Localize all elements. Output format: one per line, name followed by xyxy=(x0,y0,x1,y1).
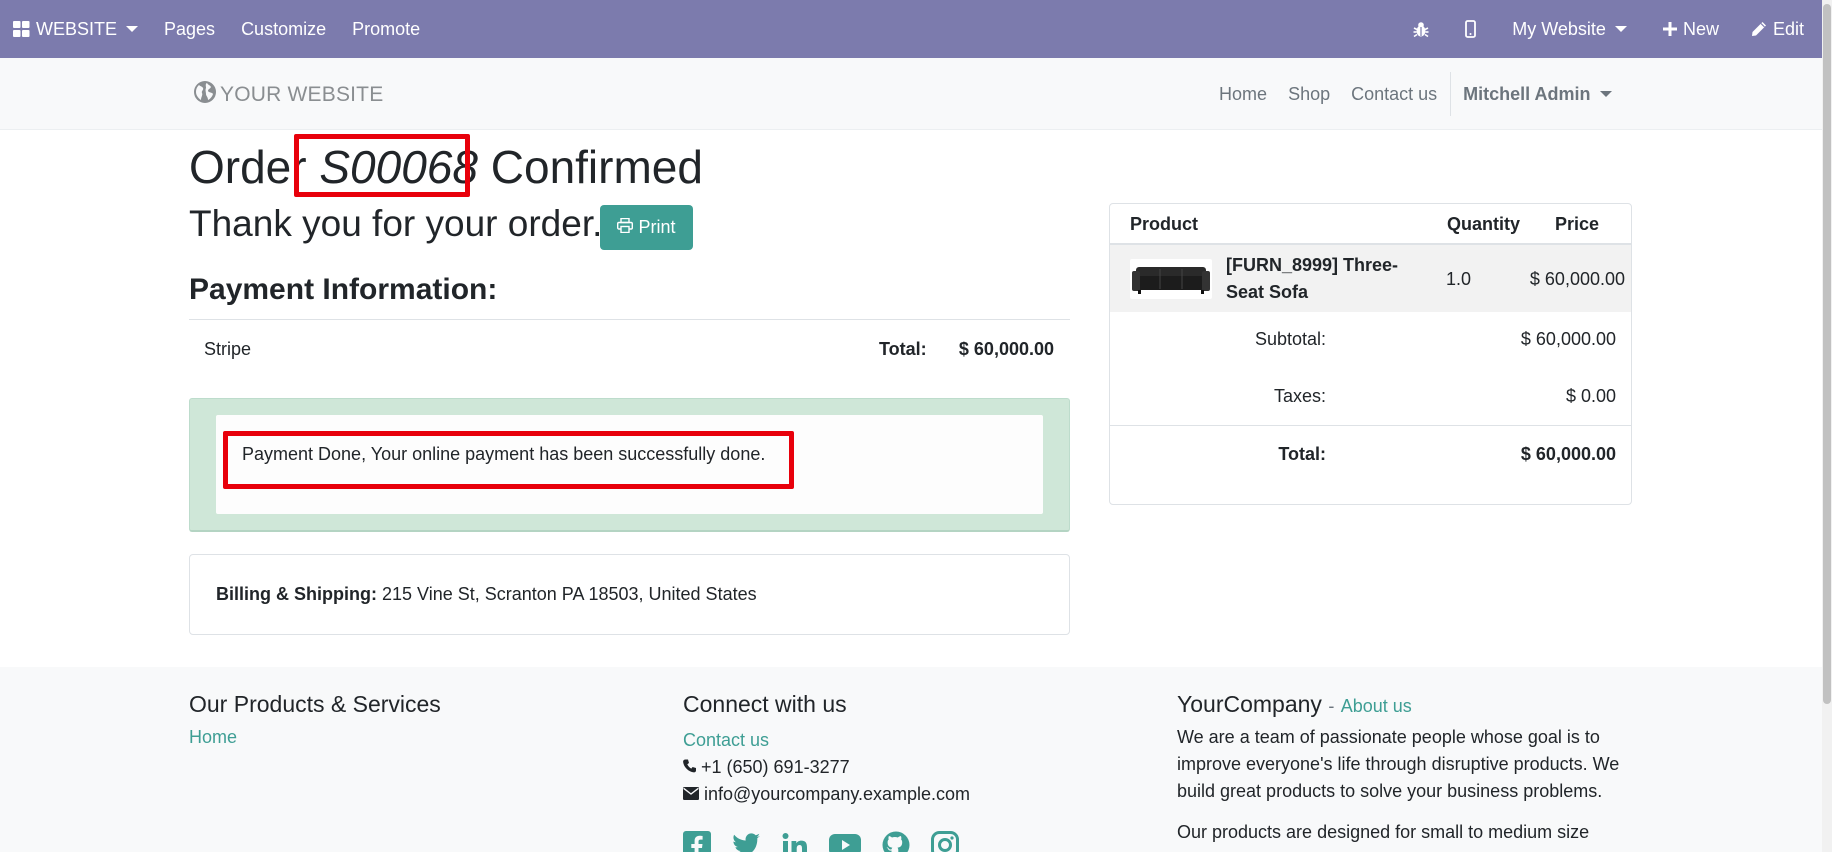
footer-about-heading: YourCompany - About us xyxy=(1177,690,1627,720)
nav-home[interactable]: Home xyxy=(1209,84,1278,105)
payment-total-value: $ 60,000.00 xyxy=(958,339,1054,359)
edit-button[interactable]: Edit xyxy=(1737,0,1822,58)
footer-phone-number: +1 (650) 691-3277 xyxy=(701,756,850,777)
pencil-icon xyxy=(1751,21,1767,37)
footer-about-column: YourCompany - About us We are a team of … xyxy=(1177,690,1627,846)
column-product: Product xyxy=(1130,214,1199,234)
company-name: YourCompany xyxy=(1177,691,1322,717)
twitter-icon[interactable] xyxy=(732,832,761,852)
footer-phone: +1 (650) 691-3277 xyxy=(683,754,980,781)
billing-shipping-card: Billing & Shipping: 215 Vine St, Scranto… xyxy=(189,554,1070,635)
github-icon[interactable] xyxy=(882,831,910,852)
website-brand-label: WEBSITE xyxy=(36,18,118,39)
youtube-icon[interactable] xyxy=(829,833,861,852)
facebook-icon[interactable] xyxy=(683,830,711,852)
subtotal-value: $ 60,000.00 xyxy=(1520,329,1616,349)
taxes-value: $ 0.00 xyxy=(1565,386,1616,406)
footer-contact-link[interactable]: Contact us xyxy=(683,727,980,754)
site-header: YOUR WEBSITE Home Shop Contact us Mitche… xyxy=(0,58,1822,130)
taxes-label: Taxes: xyxy=(1273,386,1326,406)
instagram-icon[interactable] xyxy=(931,830,959,852)
highlight-box-payment-message xyxy=(223,431,794,489)
footer-email: info@yourcompany.example.com xyxy=(683,781,980,808)
menu-promote[interactable]: Promote xyxy=(339,0,433,58)
highlight-box-order-ref xyxy=(294,134,470,197)
user-menu[interactable]: Mitchell Admin xyxy=(1453,84,1622,105)
footer-connect-title: Connect with us xyxy=(683,691,847,717)
logo-text: YOUR WEBSITE xyxy=(220,83,384,106)
chevron-down-icon xyxy=(1599,91,1612,97)
bug-icon xyxy=(1413,21,1429,38)
envelope-icon xyxy=(683,781,704,808)
product-name[interactable]: [FURN_8999] Three-Seat Sofa xyxy=(1226,252,1436,306)
site-logo[interactable]: YOUR WEBSITE xyxy=(193,80,383,110)
website-apps-menu[interactable]: WEBSITE xyxy=(0,0,151,58)
apps-grid-icon xyxy=(13,21,30,37)
nav-contact-us[interactable]: Contact us xyxy=(1341,84,1448,105)
print-label: Print xyxy=(638,217,676,237)
footer-products-column: Our Products & Services Home xyxy=(189,690,441,748)
summary-divider xyxy=(1110,425,1631,426)
order-line-row: [FURN_8999] Three-Seat Sofa 1.0 $ 60,000… xyxy=(1110,245,1631,312)
product-price: $ 60,000.00 xyxy=(1529,269,1625,289)
admin-navbar: WEBSITE Pages Customize Promote My Websi… xyxy=(0,0,1822,58)
summary-total-value: $ 60,000.00 xyxy=(1520,444,1616,464)
site-nav: Home Shop Contact us Mitchell Admin xyxy=(1209,58,1622,130)
mobile-preview-button[interactable] xyxy=(1447,0,1494,58)
new-label: New xyxy=(1682,18,1719,39)
new-content-button[interactable]: New xyxy=(1645,0,1737,58)
order-confirmation: Order S00068 Confirmed Thank you for you… xyxy=(0,130,1822,667)
user-name: Mitchell Admin xyxy=(1463,83,1591,104)
nav-shop[interactable]: Shop xyxy=(1278,84,1341,105)
payment-provider: Stripe xyxy=(204,339,252,359)
print-icon xyxy=(617,217,638,238)
order-summary-card: Product Quantity Price [FURN_8999] Three… xyxy=(1109,203,1632,505)
footer-connect-column: Connect with us Contact us +1 (650) 691-… xyxy=(683,690,980,852)
about-text: We are a team of passionate people whose… xyxy=(1177,726,1620,801)
column-price: Price xyxy=(1555,214,1600,234)
summary-header-row: Product Quantity Price xyxy=(1110,204,1631,245)
thank-you-heading: Thank you for your order. xyxy=(189,203,603,244)
payment-total-label: Total: xyxy=(879,339,927,359)
about-us-link[interactable]: About us xyxy=(1341,696,1412,716)
title-prefix: Order xyxy=(189,141,307,193)
print-button[interactable]: Print xyxy=(600,205,693,250)
site-footer: Our Products & Services Home Connect wit… xyxy=(0,667,1822,852)
product-image[interactable] xyxy=(1130,259,1212,299)
subtotal-label: Subtotal: xyxy=(1254,329,1326,349)
footer-email-address[interactable]: info@yourcompany.example.com xyxy=(704,781,970,808)
linkedin-icon[interactable] xyxy=(782,832,808,852)
product-quantity: 1.0 xyxy=(1446,269,1472,289)
chevron-down-icon xyxy=(126,26,139,32)
nav-divider xyxy=(1449,72,1451,116)
mobile-icon xyxy=(1465,20,1477,38)
plus-icon xyxy=(1662,22,1677,36)
payment-table: Stripe Total: $ 60,000.00 xyxy=(189,319,1070,379)
title-suffix: Confirmed xyxy=(490,141,703,193)
about-text-2: Our products are designed for small to m… xyxy=(1177,821,1590,842)
summary-total-label: Total: xyxy=(1278,444,1326,464)
social-links xyxy=(683,830,980,852)
footer-home-link[interactable]: Home xyxy=(189,727,441,748)
globe-icon xyxy=(193,80,220,110)
website-switcher[interactable]: My Website xyxy=(1494,0,1645,58)
menu-customize[interactable]: Customize xyxy=(228,0,339,58)
debug-button[interactable] xyxy=(1395,0,1447,58)
page-scrollbar[interactable] xyxy=(1822,0,1832,852)
chevron-down-icon xyxy=(1614,26,1627,32)
title-separator: - xyxy=(1328,696,1335,716)
billing-address: 215 Vine St, Scranton PA 18503, United S… xyxy=(382,584,757,604)
footer-products-title: Our Products & Services xyxy=(189,691,441,717)
edit-label: Edit xyxy=(1772,18,1804,39)
billing-label: Billing & Shipping: xyxy=(216,584,377,604)
scrollbar-thumb[interactable] xyxy=(1823,4,1831,704)
website-switcher-label: My Website xyxy=(1512,18,1606,39)
phone-icon xyxy=(683,754,701,781)
column-quantity: Quantity xyxy=(1447,214,1521,234)
payment-info-heading: Payment Information: xyxy=(189,273,498,306)
menu-pages[interactable]: Pages xyxy=(151,0,228,58)
